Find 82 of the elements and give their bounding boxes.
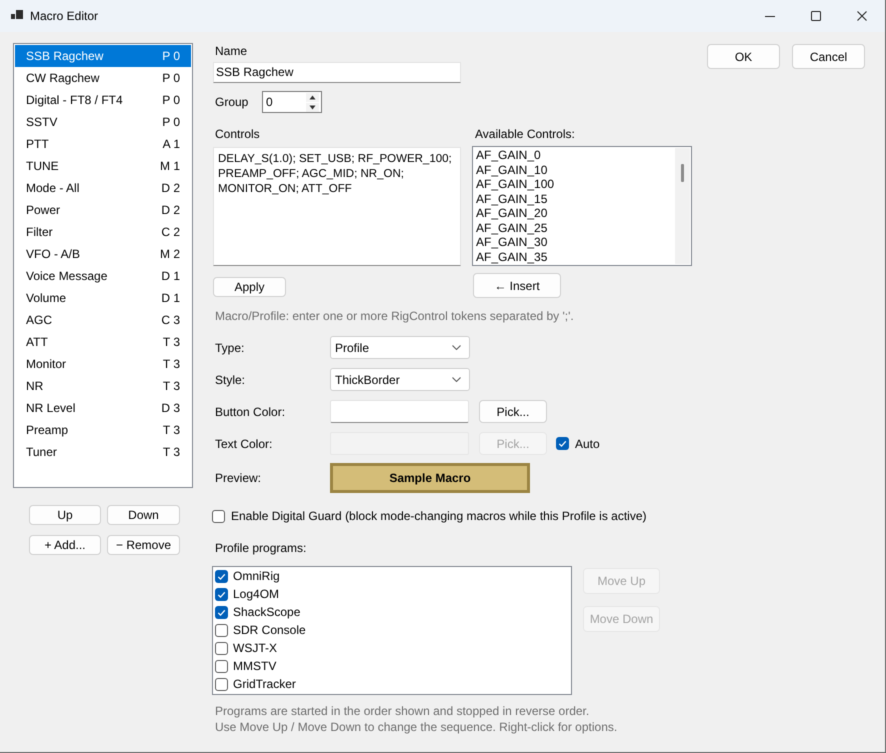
available-controls-label: Available Controls:	[474, 126, 576, 142]
list-action-button[interactable]: Up	[29, 505, 101, 525]
macro-list-item[interactable]: Mode - All D 2	[15, 177, 191, 199]
pick-button[interactable]: Pick...	[479, 400, 547, 423]
field-label: Button Color:	[214, 404, 286, 420]
note-text: Programs are started in the order shown and stopped in reverse order.	[214, 703, 590, 719]
apply-button[interactable]: Apply	[213, 277, 286, 297]
app-icon	[11, 10, 23, 22]
group-spinbox[interactable]: 0	[262, 91, 322, 113]
spin-down-icon[interactable]	[306, 102, 319, 112]
checkbox[interactable]	[215, 588, 228, 600]
maximize-icon	[811, 11, 821, 21]
profile-programs-label: Profile programs:	[214, 540, 308, 556]
close-icon	[857, 11, 867, 21]
list-action-button[interactable]: Down	[107, 505, 180, 525]
program-label[interactable]: GridTracker	[233, 677, 296, 691]
macro-list-item[interactable]: Preamp T 3	[15, 419, 191, 441]
control-list-item[interactable]: AF_GAIN_35	[476, 250, 674, 264]
group-label: Group	[214, 94, 250, 110]
dropdown[interactable]: Profile	[330, 336, 470, 359]
macro-list-item[interactable]: Power D 2	[15, 199, 191, 221]
macro-list-item[interactable]: Voice Message D 1	[15, 265, 191, 287]
macro-preview: Sample Macro	[330, 463, 530, 493]
control-list-item[interactable]: AF_GAIN_25	[476, 220, 674, 235]
field-label: Style:	[214, 372, 246, 388]
macro-list-item[interactable]: Filter C 2	[15, 221, 191, 243]
control-list-item[interactable]: AF_GAIN_10	[476, 162, 674, 177]
dialog-button[interactable]: OK	[707, 44, 780, 69]
macro-list-item[interactable]: ATT T 3	[15, 331, 191, 353]
macro-list-item[interactable]: AGC C 3	[15, 309, 191, 331]
controls-field[interactable]: DELAY_S(1.0); SET_USB; RF_POWER_100; PREAMP_OFF; AGC_MID; NR_ON; MONITOR_ON; ATT_OFF	[213, 147, 461, 266]
list-action-button[interactable]: − Remove	[107, 535, 180, 555]
control-list-item[interactable]: AF_GAIN_30	[476, 235, 674, 250]
macro-list-item[interactable]: Digital - FT8 / FT4 P 0	[15, 89, 191, 111]
scrollbar-thumb[interactable]	[681, 164, 684, 182]
macro-list-item[interactable]: SSTV P 0	[15, 111, 191, 133]
control-list-item[interactable]: AF_GAIN_100	[476, 177, 674, 192]
program-label[interactable]: ShackScope	[233, 605, 300, 619]
macro-list-item[interactable]: Tuner T 3	[15, 441, 191, 463]
dropdown[interactable]: ThickBorder	[330, 368, 470, 391]
list-action-button[interactable]: + Add...	[29, 535, 101, 555]
program-label[interactable]: SDR Console	[233, 623, 306, 637]
note-text: Use Move Up / Move Down to change the sequence. Right-click for options.	[214, 719, 618, 735]
controls-label: Controls	[214, 126, 261, 142]
checkbox[interactable]	[215, 660, 228, 672]
control-list-item[interactable]: AF_GAIN_0	[476, 148, 674, 162]
scrollbar[interactable]	[675, 148, 690, 264]
checkbox[interactable]	[215, 570, 228, 582]
hint-text: Macro/Profile: enter one or more RigControl tokens separated by ';'.	[214, 308, 575, 324]
macro-list-item[interactable]: PTT A 1	[15, 133, 191, 155]
macro-list-item[interactable]: Volume D 1	[15, 287, 191, 309]
checkbox[interactable]	[212, 510, 225, 522]
window-title: Macro Editor	[30, 9, 98, 23]
control-list-item[interactable]: AF_GAIN_15	[476, 192, 674, 206]
macro-list-item[interactable]: NR Level D 3	[15, 397, 191, 419]
field-label: Type:	[214, 340, 246, 356]
name-field[interactable]: SSB Ragchew	[213, 62, 461, 83]
macro-list-item[interactable]: VFO - A/B M 2	[15, 243, 191, 265]
checkbox-label[interactable]: Enable Digital Guard (block mode-changing macros while this Profile is active)	[231, 509, 647, 523]
macro-list-item[interactable]: SSB Ragchew P 0	[15, 45, 191, 67]
program-label[interactable]: WSJT-X	[233, 641, 277, 655]
preview-label: Preview:	[214, 470, 262, 486]
checkbox[interactable]	[215, 642, 228, 654]
control-list-item[interactable]: AF_GAIN_20	[476, 206, 674, 220]
insert-button[interactable]: ← Insert	[473, 273, 561, 298]
checkbox[interactable]	[215, 606, 228, 618]
program-label[interactable]: MMSTV	[233, 659, 276, 673]
dialog-button[interactable]: Cancel	[792, 44, 865, 69]
color-field[interactable]	[330, 400, 469, 423]
macro-list-item[interactable]: NR T 3	[15, 375, 191, 397]
checkbox[interactable]	[215, 624, 228, 636]
spin-up-icon[interactable]	[306, 92, 319, 102]
program-label[interactable]: OmniRig	[233, 569, 280, 583]
chevron-down-icon	[452, 345, 461, 350]
field-label: Text Color:	[214, 436, 274, 452]
macro-list-item[interactable]: TUNE M 1	[15, 155, 191, 177]
macro-list-item[interactable]: Monitor T 3	[15, 353, 191, 375]
macro-list-item[interactable]: CW Ragchew P 0	[15, 67, 191, 89]
program-label[interactable]: Log4OM	[233, 587, 280, 601]
checkbox[interactable]	[215, 678, 228, 690]
name-label: Name	[214, 43, 248, 59]
chevron-down-icon	[452, 377, 461, 382]
